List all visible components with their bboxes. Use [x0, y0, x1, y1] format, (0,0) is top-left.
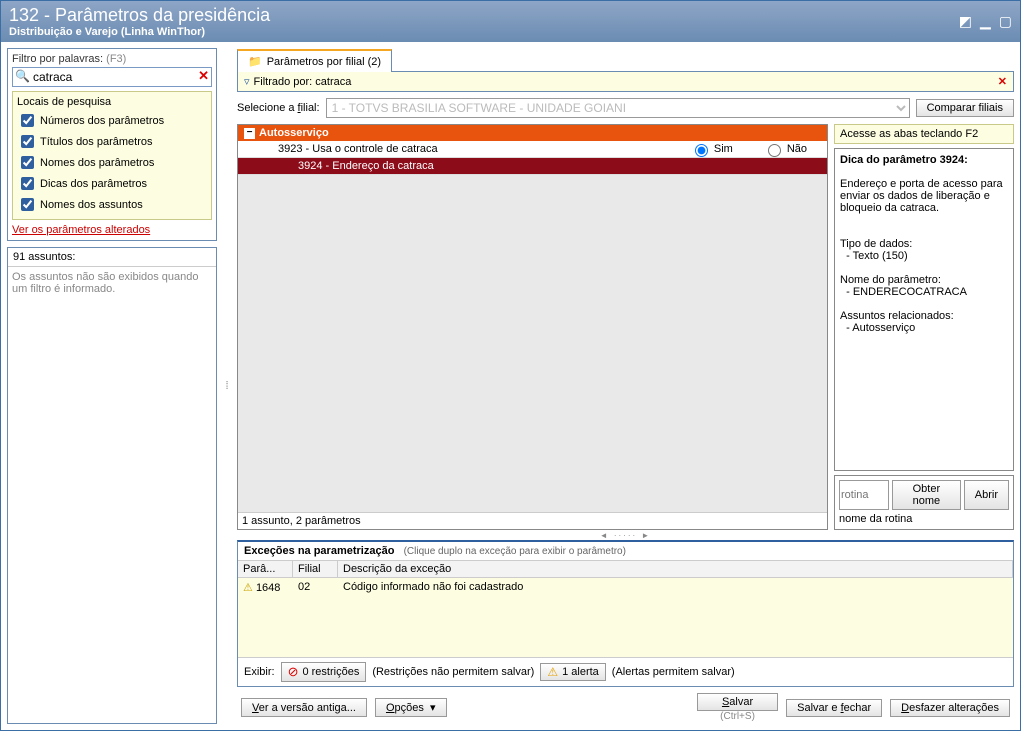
filter-panel: Filtro por palavras: (F3) 🔍 ✕ Locais de …	[7, 48, 217, 241]
exceptions-table: Parâ... Filial Descrição da exceção ⚠ 16…	[238, 560, 1013, 657]
footer-bar: Ver a versão antiga... Opções ▾ Salvar (…	[237, 687, 1014, 724]
compare-filiais-button[interactable]: Comparar filiais	[916, 99, 1014, 117]
exceptions-panel: Exceções na parametrização (Clique duplo…	[237, 540, 1014, 687]
details-pane: Acesse as abas teclando F2 Dica do parâm…	[834, 124, 1014, 530]
subjects-panel: 91 assuntos: Os assuntos não são exibido…	[7, 247, 217, 724]
chk-names[interactable]: Nomes dos parâmetros	[17, 152, 207, 173]
rotina-box: Obter nome Abrir nome da rotina	[834, 475, 1014, 530]
options-button[interactable]: Opções ▾	[375, 698, 447, 717]
subjects-empty-msg: Os assuntos não são exibidos quando um f…	[8, 267, 216, 723]
folder-icon: 📁	[248, 55, 262, 68]
col-desc[interactable]: Descrição da exceção	[338, 561, 1013, 577]
rotina-desc: nome da rotina	[839, 513, 1009, 525]
maximize-button[interactable]: ▢	[999, 13, 1012, 30]
warning-icon: ⚠	[243, 582, 253, 594]
filter-label: Filtro por palavras:	[12, 53, 103, 65]
opt-nao[interactable]: Não	[763, 141, 807, 157]
param-row-3923[interactable]: 3923 - Usa o controle de catraca Sim Não	[238, 141, 827, 158]
tipo-val: - Texto (150)	[846, 250, 908, 262]
filial-row: Selecione a filial: 1 - TOTVS BRASILIA S…	[237, 92, 1014, 124]
col-filial[interactable]: Filial	[293, 561, 338, 577]
exceptions-subtitle: (Clique duplo na exceção para exibir o p…	[404, 546, 626, 557]
save-button[interactable]: Salvar	[697, 693, 778, 711]
param-row-3924[interactable]: 3924 - Endereço da catraca	[238, 158, 827, 175]
tab-parametros-filial[interactable]: 📁 Parâmetros por filial (2)	[237, 49, 392, 72]
tab-bar: 📁 Parâmetros por filial (2)	[237, 48, 1014, 72]
active-filter-bar: ▿ Filtrado por: catraca ✕	[237, 72, 1014, 92]
chk-titles[interactable]: Títulos dos parâmetros	[17, 131, 207, 152]
param-grid: − Autosserviço 3923 - Usa o controle de …	[237, 124, 828, 530]
save-close-button[interactable]: Salvar e fechar	[786, 699, 882, 717]
altered-params-link[interactable]: Ver os parâmetros alterados	[12, 224, 150, 236]
filter-hint: (F3)	[106, 53, 126, 65]
active-filter-text: Filtrado por: catraca	[254, 76, 352, 88]
exceptions-title: Exceções na parametrização	[244, 545, 394, 557]
exceptions-footer: Exibir: ⊘0 restrições (Restrições não pe…	[238, 657, 1013, 686]
subjects-header: 91 assuntos:	[8, 248, 216, 267]
param-info: Dica do parâmetro 3924: Endereço e porta…	[834, 148, 1014, 471]
col-param[interactable]: Parâ...	[238, 561, 293, 577]
vertical-splitter[interactable]	[223, 48, 231, 724]
restricoes-pill[interactable]: ⊘0 restrições	[281, 662, 367, 682]
grid-footer: 1 assunto, 2 parâmetros	[238, 512, 827, 529]
funnel-icon: ▿	[244, 75, 250, 88]
app-window: 132 - Parâmetros da presidência Distribu…	[0, 0, 1021, 731]
alertas-hint: (Alertas permitem salvar)	[612, 666, 735, 678]
warning-icon: ⚠	[547, 665, 558, 679]
obter-nome-button[interactable]: Obter nome	[892, 480, 961, 510]
f2-tip: Acesse as abas teclando F2	[834, 124, 1014, 144]
filial-label: Selecione a filial:	[237, 102, 320, 114]
exception-row[interactable]: ⚠ 1648 02 Código informado não foi cadas…	[238, 578, 1013, 597]
group-header[interactable]: − Autosserviço	[238, 125, 827, 141]
chk-subjects[interactable]: Nomes dos assuntos	[17, 194, 207, 215]
nome-val: - ENDERECOCATRACA	[846, 286, 967, 298]
tipo-label: Tipo de dados:	[840, 238, 912, 250]
clear-filter-button[interactable]: ✕	[198, 68, 209, 84]
search-icon: 🔍	[15, 69, 30, 83]
opt-sim[interactable]: Sim	[690, 141, 733, 157]
error-icon: ⊘	[288, 664, 299, 680]
save-shortcut: (Ctrl+S)	[697, 711, 778, 722]
nome-label: Nome do parâmetro:	[840, 274, 941, 286]
old-version-button[interactable]: Ver a versão antiga...	[241, 698, 367, 717]
collapse-icon[interactable]: −	[244, 128, 255, 139]
ass-val: - Autosserviço	[846, 322, 915, 334]
window-subtitle: Distribuição e Varejo (Linha WinThor)	[9, 26, 270, 38]
undo-button[interactable]: Desfazer alterações	[890, 699, 1010, 717]
filial-select[interactable]: 1 - TOTVS BRASILIA SOFTWARE - UNIDADE GO…	[326, 98, 910, 118]
filter-input[interactable]	[12, 67, 212, 87]
search-locations-box: Locais de pesquisa Números dos parâmetro…	[12, 91, 212, 220]
search-locations-header: Locais de pesquisa	[17, 96, 207, 108]
rotina-input[interactable]	[839, 480, 889, 510]
horizontal-splitter[interactable]: ◄ ····· ►	[237, 530, 1014, 540]
dica-body: Endereço e porta de acesso para enviar o…	[840, 178, 1003, 214]
exibir-label: Exibir:	[244, 666, 275, 678]
chk-hints[interactable]: Dicas dos parâmetros	[17, 173, 207, 194]
minimize-button[interactable]: ▁	[980, 13, 991, 30]
edit-icon[interactable]: ◩	[959, 13, 972, 30]
window-title: 132 - Parâmetros da presidência	[9, 5, 270, 26]
dica-title: Dica do parâmetro 3924:	[840, 154, 968, 166]
title-bar: 132 - Parâmetros da presidência Distribu…	[1, 1, 1020, 42]
remove-filter-button[interactable]: ✕	[998, 75, 1007, 88]
chk-numbers[interactable]: Números dos parâmetros	[17, 110, 207, 131]
abrir-button[interactable]: Abrir	[964, 480, 1009, 510]
restricoes-hint: (Restrições não permitem salvar)	[372, 666, 534, 678]
alertas-pill[interactable]: ⚠1 alerta	[540, 663, 605, 681]
table-header: Parâ... Filial Descrição da exceção	[238, 561, 1013, 578]
ass-label: Assuntos relacionados:	[840, 310, 954, 322]
